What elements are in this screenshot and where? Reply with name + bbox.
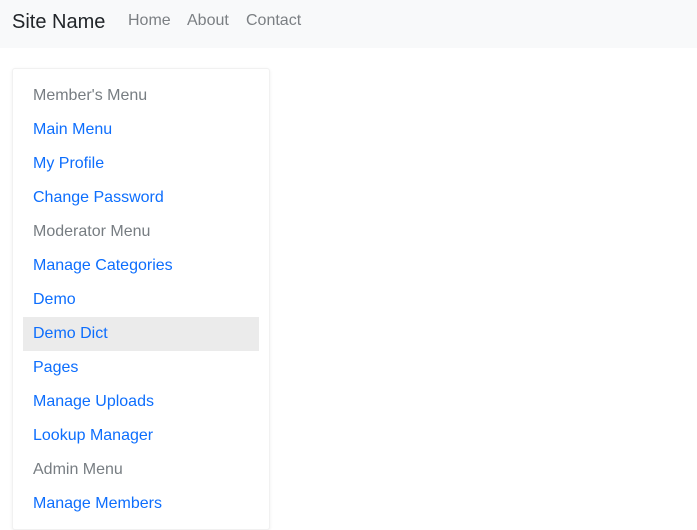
- nav-link-home[interactable]: Home: [128, 11, 171, 31]
- nav-link-contact[interactable]: Contact: [246, 11, 301, 31]
- menu-header-members: Member's Menu: [33, 87, 148, 104]
- menu-item-pages[interactable]: Pages: [23, 351, 259, 385]
- menu-item-main-menu[interactable]: Main Menu: [23, 113, 259, 147]
- menu-item-demo[interactable]: Demo: [23, 283, 259, 317]
- menu-item-change-password[interactable]: Change Password: [23, 181, 259, 215]
- menu-item-lookup-manager[interactable]: Lookup Manager: [23, 419, 259, 453]
- sidebar-panel: Member's Menu Main Menu My Profile Chang…: [12, 68, 270, 530]
- menu-item-manage-uploads[interactable]: Manage Uploads: [23, 385, 259, 419]
- site-brand[interactable]: Site Name: [12, 10, 105, 34]
- menu-item-demo-dict[interactable]: Demo Dict: [23, 317, 259, 351]
- top-navbar: Site Name Home About Contact: [0, 0, 697, 48]
- menu-item-my-profile[interactable]: My Profile: [23, 147, 259, 181]
- menu-item-manage-members[interactable]: Manage Members: [23, 487, 259, 521]
- menu-header-moderator: Moderator Menu: [33, 223, 151, 240]
- menu-header-admin: Admin Menu: [33, 461, 123, 478]
- sidebar-menu: Member's Menu Main Menu My Profile Chang…: [23, 79, 259, 521]
- nav-link-about[interactable]: About: [187, 11, 229, 31]
- menu-item-manage-categories[interactable]: Manage Categories: [23, 249, 259, 283]
